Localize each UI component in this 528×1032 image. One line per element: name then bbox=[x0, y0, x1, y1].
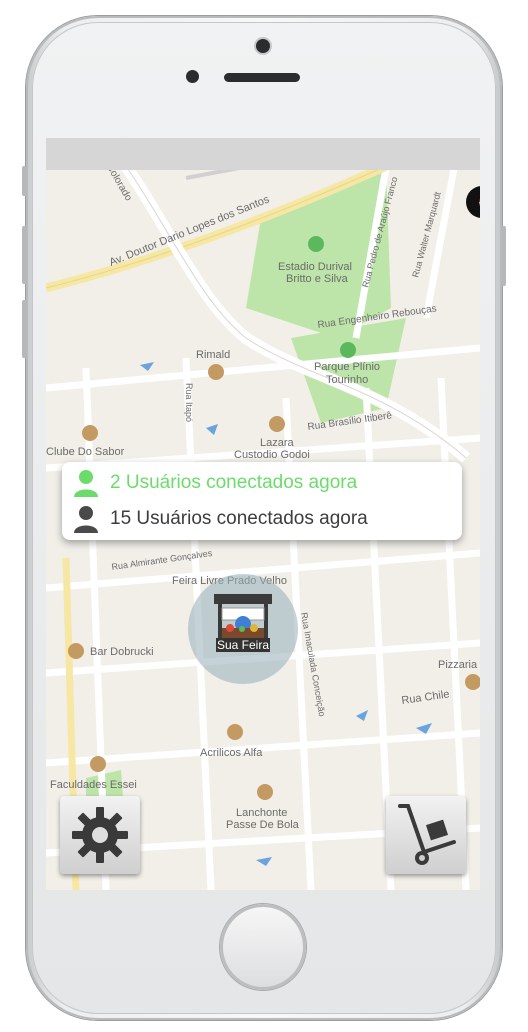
place-lanchonete-1: Lanchonte bbox=[236, 807, 287, 819]
proximity-sensor bbox=[186, 70, 199, 83]
compass-icon: N bbox=[479, 198, 480, 206]
connected-now-text: 2 Usuários conectados agora bbox=[110, 472, 358, 493]
hand-truck-button[interactable] bbox=[386, 796, 466, 874]
place-bar: Bar Dobrucki bbox=[90, 646, 154, 658]
sua-feira-marker[interactable]: Sua Feira bbox=[188, 574, 298, 684]
restaurant-icon bbox=[82, 425, 98, 441]
earpiece-speaker bbox=[224, 73, 300, 82]
settings-button[interactable] bbox=[60, 796, 140, 874]
place-lazara-2: Custodio Godoi bbox=[234, 449, 310, 461]
app-screen: Rua Colorado Av. Doutor Dario Lopes dos … bbox=[46, 138, 480, 890]
home-button[interactable] bbox=[220, 904, 306, 990]
volume-down-button bbox=[22, 300, 27, 358]
place-pizzaria: Pizzaria bbox=[438, 659, 478, 671]
place-estadio-2: Britto e Silva bbox=[286, 273, 349, 285]
place-parque-1: Parque Plínio bbox=[314, 361, 380, 373]
shop-icon bbox=[227, 724, 243, 740]
place-faculdades: Faculdades Essei bbox=[50, 779, 137, 791]
mute-switch bbox=[22, 166, 27, 196]
front-camera bbox=[256, 39, 270, 53]
restaurant-icon bbox=[257, 784, 273, 800]
connected-now-row: 2 Usuários conectados agora bbox=[62, 464, 357, 502]
place-parque-2: Tourinho bbox=[326, 374, 368, 386]
place-lazara-1: Lazara bbox=[260, 437, 295, 449]
sua-feira-label: Sua Feira bbox=[216, 638, 270, 652]
restaurant-icon bbox=[68, 643, 84, 659]
place-rimald: Rimald bbox=[196, 349, 230, 361]
power-button bbox=[501, 226, 506, 286]
gear-icon bbox=[72, 807, 128, 863]
place-acrilicos: Acrilicos Alfa bbox=[200, 747, 263, 759]
restaurant-icon bbox=[208, 364, 224, 380]
status-bar bbox=[46, 138, 480, 170]
street-itapo: Rua Itapó bbox=[184, 383, 194, 422]
market-stall-icon bbox=[214, 594, 272, 642]
total-users-text: 15 Usuários conectados agora bbox=[110, 508, 368, 529]
connected-users-banner: 2 Usuários conectados agora 15 Usuários … bbox=[62, 462, 462, 540]
user-icon bbox=[74, 470, 98, 497]
place-lanchonete-2: Passe De Bola bbox=[226, 819, 300, 831]
total-users-row: 15 Usuários conectados agora bbox=[62, 500, 368, 538]
stadium-icon bbox=[308, 236, 324, 252]
school-icon bbox=[90, 756, 106, 772]
park-icon bbox=[340, 342, 356, 358]
compass-button[interactable]: N bbox=[466, 186, 480, 218]
place-estadio-1: Estadio Durival bbox=[278, 261, 352, 273]
volume-up-button bbox=[22, 226, 27, 284]
restaurant-icon bbox=[269, 416, 285, 432]
place-clube: Clube Do Sabor bbox=[46, 446, 125, 458]
user-icon bbox=[74, 506, 98, 533]
hand-truck-icon bbox=[398, 804, 456, 865]
